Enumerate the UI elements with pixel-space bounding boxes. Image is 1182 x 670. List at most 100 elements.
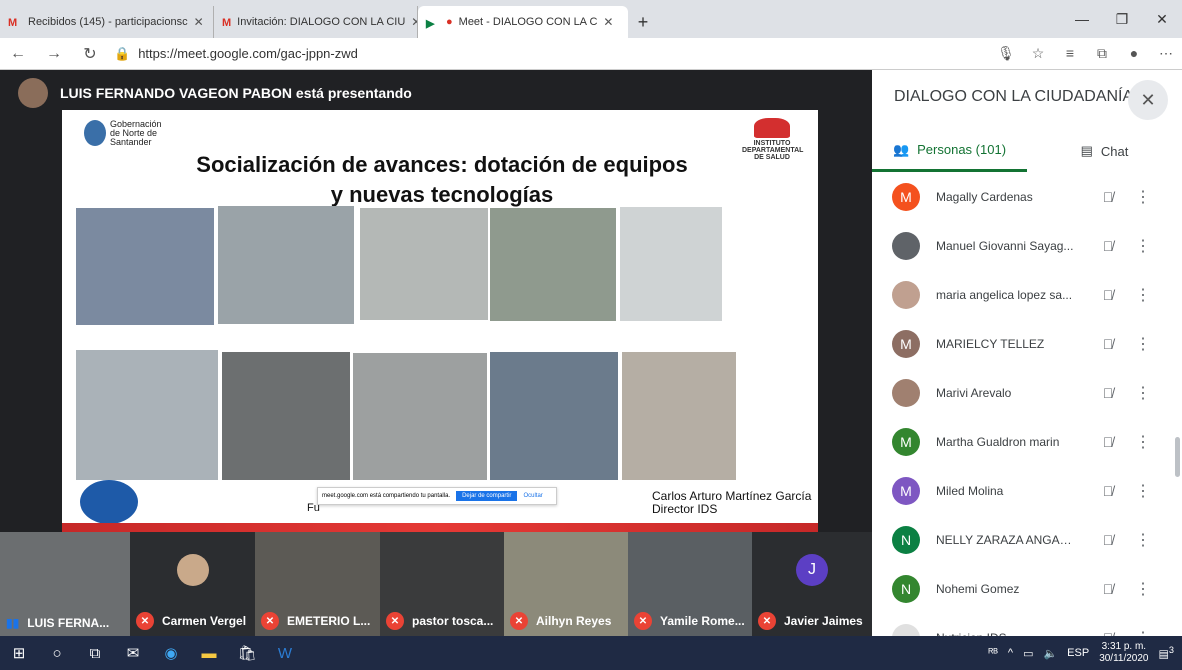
close-tab-icon[interactable]: ✕ [194,15,204,29]
photo-office [353,353,487,480]
mic-off-icon[interactable]: 🎙̸ [1088,581,1128,597]
tab-chat[interactable]: ▤ Chat [1027,130,1182,172]
close-tab-icon[interactable]: ✕ [603,15,613,29]
mic-off-icon[interactable]: 🎙̸ [1088,483,1128,499]
window-controls: — ❐ ✕ [1062,0,1182,38]
participant-row[interactable]: M Martha Gualdron marin 🎙̸ ⋮ [872,417,1182,466]
participant-tiles: ▮▮ LUIS FERNA... ✕ Carmen Vergel ✕ EMETERIO… [0,532,872,636]
presenter-avatar [18,78,48,108]
participant-row[interactable]: M Magally Cardenas 🎙̸ ⋮ [872,172,1182,221]
gmail-icon: M [222,16,232,29]
volume-icon[interactable]: 🔈 [1043,647,1057,660]
mic-off-icon[interactable]: 🎙̸ [1088,336,1128,352]
more-options-icon[interactable]: ⋮ [1128,334,1158,354]
mic-off-icon[interactable]: 🎙̸ [1088,434,1128,450]
tab-gmail-invitation[interactable]: M Invitación: DIALOGO CON LA CIU ✕ [214,6,418,38]
participant-avatar [176,554,209,586]
mic-off-icon: ✕ [634,612,652,630]
network-icon[interactable]: ▭ [1023,647,1033,660]
participant-avatar: M [892,329,920,358]
participant-row[interactable]: N Nohemi Gomez 🎙̸ ⋮ [872,564,1182,613]
more-options-icon[interactable]: ⋮ [1128,579,1158,599]
search-icon[interactable]: ○ [38,636,76,670]
more-options-icon[interactable]: ⋮ [1128,236,1158,256]
panel-tabs: 👥 Personas (101) ▤ Chat [872,130,1182,172]
windows-start-icon[interactable]: ⊞ [0,636,38,670]
more-options-icon[interactable]: ⋮ [1128,383,1158,403]
notifications-icon[interactable]: ▤3 [1159,645,1175,661]
close-panel-icon[interactable]: ✕ [1128,80,1168,120]
people-list: M Magally Cardenas 🎙̸ ⋮ Manuel Giovanni Saya… [872,172,1182,662]
people-tray-icon[interactable]: ᴿᴮ [988,647,998,659]
participant-row[interactable]: Manuel Giovanni Sayag... 🎙̸ ⋮ [872,221,1182,270]
participant-row[interactable]: Marivi Arevalo 🎙̸ ⋮ [872,368,1182,417]
tab-gmail-inbox[interactable]: M Recibidos (145) - participacionsc ✕ [0,6,214,38]
favorite-star-icon[interactable]: ☆ [1022,45,1054,62]
participant-row[interactable]: maria angelica lopez sa... 🎙̸ ⋮ [872,270,1182,319]
restore-icon[interactable]: ❐ [1102,0,1142,38]
participant-name: Miled Molina [936,483,1004,498]
participant-tile[interactable]: J ✕ Javier Jaimes [752,532,872,636]
more-options-icon[interactable]: ⋮ [1128,187,1158,207]
para-todos-logo [80,480,138,524]
close-window-icon[interactable]: ✕ [1142,0,1182,38]
more-options-icon[interactable]: ⋮ [1128,530,1158,550]
mic-off-icon[interactable]: 🎙̸ [1088,532,1128,548]
photo-incubator [620,207,722,321]
gmail-icon: M [8,16,18,29]
photo-nurse [490,208,616,321]
mic-off-icon[interactable]: 🎙̸ [1088,238,1128,254]
store-icon[interactable]: 🛍 [228,636,266,670]
more-icon[interactable]: ⋯ [1150,45,1182,62]
mic-off-icon: ✕ [386,612,404,630]
participant-tile[interactable]: ✕ Carmen Vergel [130,532,255,636]
close-tab-icon[interactable]: ✕ [411,15,417,29]
clock[interactable]: 3:31 p. m. 30/11/2020 [1099,641,1148,665]
people-icon: 👥 [892,141,910,157]
participant-row[interactable]: M MARIELCY TELLEZ 🎙̸ ⋮ [872,319,1182,368]
new-tab-button[interactable]: + [628,6,658,38]
word-icon[interactable]: W [266,636,304,670]
panel-title: DIALOGO CON LA CIUDADANÍA [894,88,1134,105]
more-options-icon[interactable]: ⋮ [1128,432,1158,452]
tab-people[interactable]: 👥 Personas (101) [872,130,1027,172]
participant-name: NELLY ZARAZA ANGARI... [936,532,1076,547]
minimize-icon[interactable]: — [1062,0,1102,38]
participant-row[interactable]: M Miled Molina 🎙̸ ⋮ [872,466,1182,515]
tab-meet[interactable]: ▶ ● Meet - DIALOGO CON LA C ✕ [418,6,628,38]
more-options-icon[interactable]: ⋮ [1128,285,1158,305]
language-indicator[interactable]: ESP [1067,647,1089,659]
system-tray: ᴿᴮ ^ ▭ 🔈 ESP 3:31 p. m. 30/11/2020 ▤3 [988,636,1182,670]
participant-tile[interactable]: ▮▮ LUIS FERNA... [0,532,130,636]
recording-dot-icon: ● [446,16,453,28]
collections-icon[interactable]: ⧉ [1086,45,1118,62]
forward-icon[interactable]: → [36,45,72,63]
refresh-icon[interactable]: ↻ [72,44,108,64]
mic-off-icon: ✕ [758,612,776,630]
participant-tile[interactable]: ✕ EMETERIO L... [255,532,380,636]
more-options-icon[interactable]: ⋮ [1128,481,1158,501]
chevron-up-icon[interactable]: ^ [1008,647,1013,659]
favorites-icon[interactable]: ≡ [1054,45,1086,62]
profile-icon[interactable]: ● [1118,45,1150,62]
stop-sharing-button[interactable]: Dejar de compartir [456,491,518,501]
participant-tile[interactable]: ✕ Ailhyn Reyes [504,532,628,636]
participant-tile[interactable]: ✕ Yamile Rome... [628,532,752,636]
mic-off-icon: ✕ [510,612,528,630]
url-field[interactable]: 🔒 https://meet.google.com/gac-jppn-zwd [108,46,990,62]
panel-scrollbar[interactable] [1175,437,1180,477]
participant-row[interactable]: N NELLY ZARAZA ANGARI... 🎙̸ ⋮ [872,515,1182,564]
participant-avatar: M [892,476,920,505]
task-view-icon[interactable]: ⧉ [76,636,114,670]
hide-button[interactable]: Ocultar [523,493,542,499]
mic-off-icon[interactable]: 🎙̸ [1088,385,1128,401]
back-icon[interactable]: ← [0,45,36,63]
mic-off-icon[interactable]: 🎙̸ [1088,287,1128,303]
edge-icon[interactable]: ◉ [152,636,190,670]
mail-icon[interactable]: ✉ [114,636,152,670]
mic-off-icon[interactable]: 🎙̸ [1088,189,1128,205]
participant-tile[interactable]: ✕ pastor tosca... [380,532,504,636]
file-explorer-icon[interactable]: ▬ [190,636,228,670]
microphone-icon[interactable]: 🎙 [990,45,1022,62]
seal-icon [84,120,106,146]
